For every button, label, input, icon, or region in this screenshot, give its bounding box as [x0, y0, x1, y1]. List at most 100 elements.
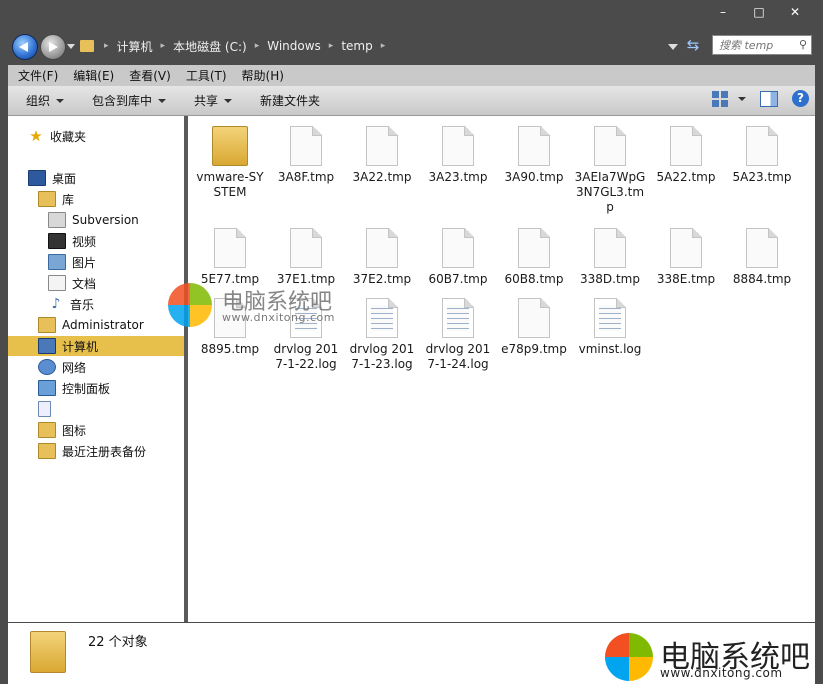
back-button[interactable]	[12, 34, 38, 60]
close-button[interactable]: ✕	[777, 4, 813, 22]
chevron-right-icon[interactable]: ▸	[253, 41, 262, 51]
nav-video-label: 视频	[72, 234, 97, 249]
network-icon	[38, 359, 56, 375]
view-mode-icon[interactable]	[712, 90, 728, 107]
nav-network[interactable]: 网络	[38, 357, 86, 377]
file-name: vminst.log	[578, 342, 642, 356]
file-icon	[670, 228, 702, 268]
file-item[interactable]: e78p9.tmp	[498, 298, 570, 357]
nav-favorites-label: 收藏夹	[50, 129, 87, 144]
file-icon	[518, 228, 550, 268]
search-box[interactable]: ⚲	[712, 35, 812, 55]
file-item[interactable]: 3A23.tmp	[422, 126, 494, 185]
nav-administrator[interactable]: Administrator	[38, 315, 144, 335]
file-item[interactable]: 8884.tmp	[726, 228, 798, 287]
breadcrumb[interactable]: ▸ 计算机 ▸ 本地磁盘 (C:) ▸ Windows ▸ temp ▸	[80, 36, 387, 56]
file-name: 3AEIa7WpG3N7GL3.tmp	[574, 170, 646, 214]
view-dropdown[interactable]	[738, 96, 746, 101]
file-item[interactable]: 3A8F.tmp	[270, 126, 342, 185]
chevron-right-icon[interactable]: ▸	[102, 41, 111, 51]
help-icon[interactable]: ?	[792, 90, 809, 107]
folder-item[interactable]: vmware-SYSTEM	[194, 126, 266, 200]
chevron-right-icon[interactable]: ▸	[379, 41, 388, 51]
desktop-icon	[28, 170, 46, 186]
file-icon	[518, 126, 550, 166]
file-item[interactable]: 338E.tmp	[650, 228, 722, 287]
nav-icons-folder-label: 图标	[62, 423, 87, 438]
include-in-library-button[interactable]: 包含到库中	[82, 92, 176, 109]
breadcrumb-local-disk[interactable]: 本地磁盘 (C:)	[167, 38, 253, 55]
brand-url: www.dnxitong.com	[660, 666, 783, 680]
nav-documents-label: 文档	[72, 276, 97, 291]
nav-music[interactable]: ♪ 音乐	[48, 294, 94, 314]
minimize-button[interactable]: –	[705, 4, 741, 22]
file-item[interactable]: 3A22.tmp	[346, 126, 418, 185]
file-icon	[746, 126, 778, 166]
nav-favorites[interactable]: ★ 收藏夹	[28, 126, 86, 146]
new-folder-button[interactable]: 新建文件夹	[250, 92, 330, 109]
file-item[interactable]: vminst.log	[574, 298, 646, 357]
nav-library[interactable]: 库	[38, 189, 74, 209]
file-item[interactable]: 5A23.tmp	[726, 126, 798, 185]
view-controls: ?	[706, 90, 815, 107]
file-item[interactable]: 3A90.tmp	[498, 126, 570, 185]
preview-pane-icon[interactable]	[760, 90, 778, 107]
picture-icon	[48, 254, 66, 270]
file-item[interactable]: 5A22.tmp	[650, 126, 722, 185]
recent-pages-dropdown[interactable]	[67, 44, 75, 49]
chevron-right-icon[interactable]: ▸	[327, 41, 336, 51]
video-icon	[48, 233, 66, 249]
file-name: 5A23.tmp	[732, 170, 792, 184]
brand-logo-icon	[605, 633, 653, 681]
organize-button[interactable]: 组织	[16, 92, 74, 109]
nav-subversion[interactable]: Subversion	[48, 210, 139, 230]
watermark-url: www.dnxitong.com	[222, 311, 335, 324]
search-icon[interactable]: ⚲	[799, 38, 807, 51]
file-item[interactable]: 3AEIa7WpG3N7GL3.tmp	[574, 126, 646, 215]
file-name: 3A8F.tmp	[277, 170, 335, 184]
file-item[interactable]: 60B7.tmp	[422, 228, 494, 287]
music-icon: ♪	[51, 296, 61, 312]
file-item[interactable]: 60B8.tmp	[498, 228, 570, 287]
menu-tools[interactable]: 工具(T)	[176, 67, 232, 84]
nav-documents[interactable]: 文档	[48, 273, 96, 293]
search-input[interactable]	[719, 38, 791, 52]
file-item[interactable]: 5E77.tmp	[194, 228, 266, 287]
file-name: 8895.tmp	[200, 342, 260, 356]
menu-view[interactable]: 查看(V)	[119, 67, 176, 84]
nav-computer-label: 计算机	[62, 339, 99, 354]
nav-administrator-label: Administrator	[62, 318, 144, 332]
file-list[interactable]: vmware-SYSTEM 3A8F.tmp 3A22.tmp 3A23.tmp 3A9…	[188, 116, 815, 622]
file-item[interactable]: 37E2.tmp	[346, 228, 418, 287]
forward-button[interactable]	[40, 34, 66, 60]
breadcrumb-temp[interactable]: temp	[335, 39, 378, 53]
refresh-icon[interactable]: ⇆	[684, 36, 702, 54]
nav-computer[interactable]: 计算机	[38, 336, 98, 356]
file-item[interactable]: drvlog 2017-1-24.log	[422, 298, 494, 372]
user-folder-icon	[38, 317, 56, 333]
nav-video[interactable]: 视频	[48, 231, 96, 251]
navigation-pane[interactable]	[8, 116, 184, 622]
nav-desktop[interactable]: 桌面	[28, 168, 76, 188]
menu-edit[interactable]: 编辑(E)	[63, 67, 119, 84]
organize-label: 组织	[26, 94, 51, 108]
breadcrumb-windows[interactable]: Windows	[261, 39, 327, 53]
file-item[interactable]: drvlog 2017-1-23.log	[346, 298, 418, 372]
maximize-button[interactable]: □	[741, 4, 777, 22]
menu-help[interactable]: 帮助(H)	[232, 67, 289, 84]
nav-recycle-bin[interactable]	[38, 399, 57, 419]
file-name: drvlog 2017-1-24.log	[425, 342, 491, 371]
nav-control-panel[interactable]: 控制面板	[38, 378, 110, 398]
share-button[interactable]: 共享	[184, 92, 242, 109]
file-item[interactable]: 338D.tmp	[574, 228, 646, 287]
nav-registry-backup[interactable]: 最近注册表备份	[38, 441, 146, 461]
breadcrumb-computer[interactable]: 计算机	[111, 38, 159, 55]
chevron-right-icon[interactable]: ▸	[159, 41, 168, 51]
menu-file[interactable]: 文件(F)	[8, 67, 63, 84]
nav-pictures[interactable]: 图片	[48, 252, 96, 272]
address-dropdown[interactable]	[668, 44, 678, 50]
nav-icons-folder[interactable]: 图标	[38, 420, 86, 440]
file-icon	[442, 228, 474, 268]
file-name: 338E.tmp	[656, 272, 716, 286]
file-item[interactable]: 37E1.tmp	[270, 228, 342, 287]
